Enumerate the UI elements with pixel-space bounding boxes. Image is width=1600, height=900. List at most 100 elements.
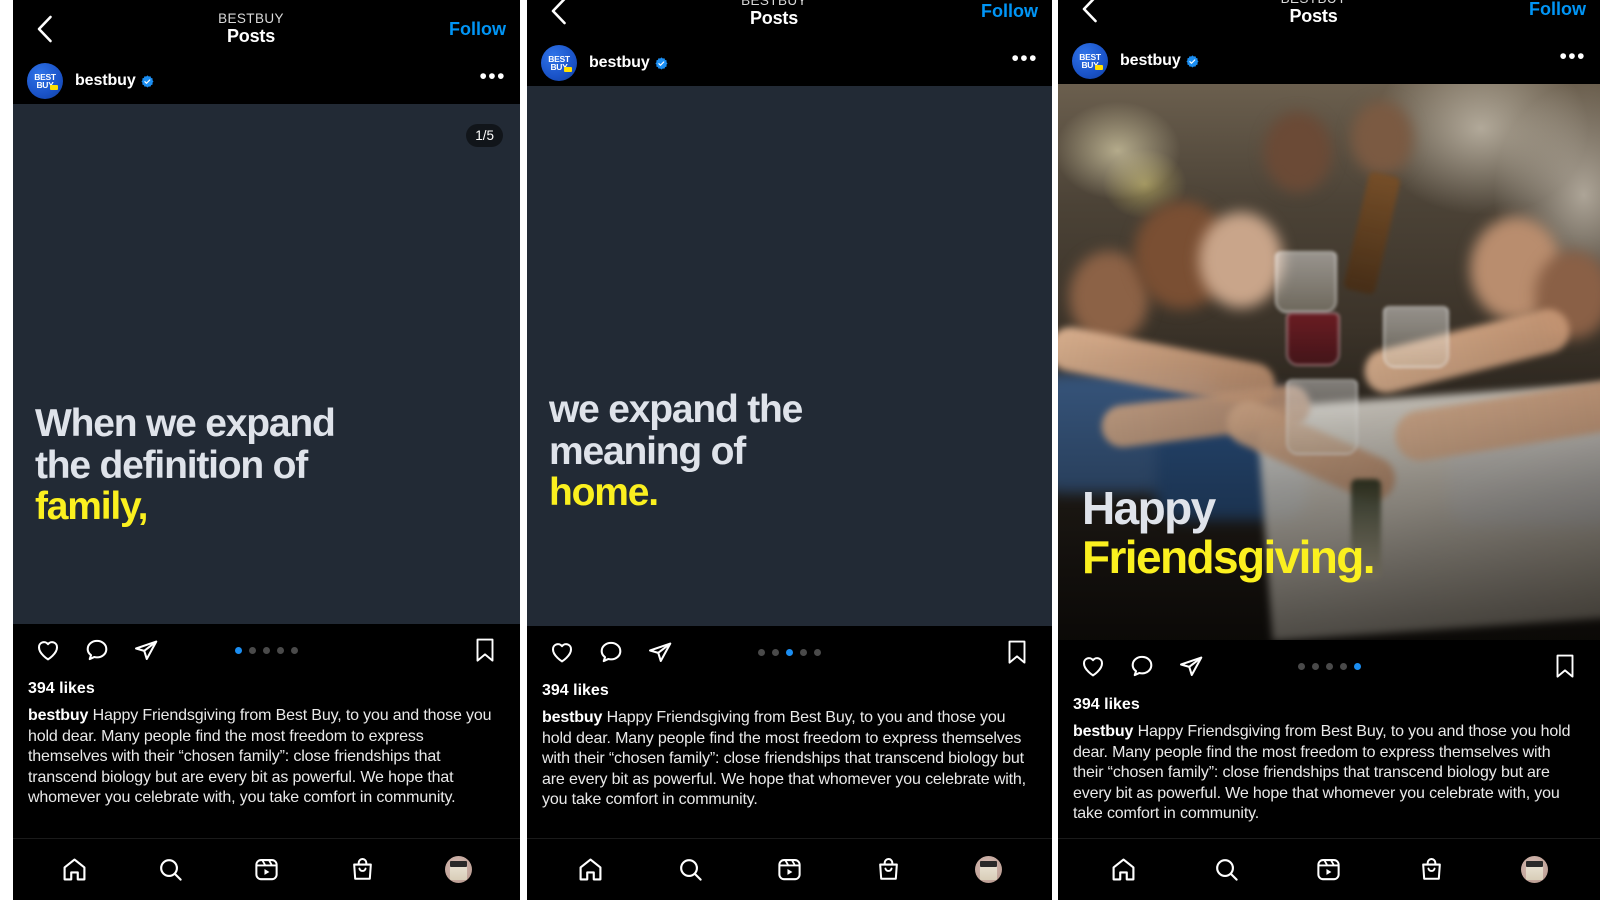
page-title: BESTBUY Posts	[1106, 0, 1521, 26]
profile-avatar-image	[444, 856, 472, 883]
follow-button[interactable]: Follow	[441, 19, 506, 40]
phone-panel-2: BESTBUY Posts Follow BEST BUY bestbuy ••…	[527, 0, 1052, 900]
search-icon[interactable]	[1205, 849, 1247, 891]
slide-text: we expand the meaning of home.	[527, 389, 1052, 514]
carousel-media-slide[interactable]: we expand the meaning of home.	[527, 86, 1052, 626]
like-icon[interactable]	[1073, 646, 1113, 686]
page-kicker: BESTBUY	[218, 11, 284, 27]
slide-line-1: we expand the	[549, 387, 803, 431]
screenshot-stage: BESTBUY Posts Follow BEST BUY bestbuy ••…	[0, 0, 1600, 900]
post-username[interactable]: bestbuy	[589, 54, 650, 72]
bottom-navigation-bar	[1058, 838, 1600, 900]
page-title-text: Posts	[749, 7, 799, 28]
page-dot-1[interactable]	[758, 648, 765, 656]
profile-avatar-image	[974, 856, 1002, 883]
page-title: BESTBUY Posts	[575, 0, 973, 28]
comment-icon[interactable]	[77, 630, 117, 670]
post-header: BEST BUY bestbuy •••	[13, 58, 520, 104]
post-more-options-icon[interactable]: •••	[1011, 48, 1038, 71]
caption-author[interactable]: bestbuy	[1073, 723, 1133, 740]
carousel-counter-badge: 1/5	[466, 124, 503, 147]
bookmark-icon[interactable]	[997, 632, 1037, 672]
caption-author[interactable]: bestbuy	[542, 709, 602, 726]
post-username[interactable]: bestbuy	[75, 72, 136, 90]
caption-body: Happy Friendsgiving from Best Buy, to yo…	[1073, 723, 1571, 822]
page-dot-2[interactable]	[772, 648, 779, 656]
caption-author[interactable]: bestbuy	[28, 707, 88, 724]
back-icon[interactable]	[541, 0, 575, 28]
post-caption: bestbuy Happy Friendsgiving from Best Bu…	[1058, 714, 1600, 835]
page-dot-5[interactable]	[291, 646, 298, 654]
like-icon[interactable]	[28, 630, 68, 670]
like-icon[interactable]	[542, 632, 582, 672]
home-icon[interactable]	[1102, 849, 1144, 891]
page-dot-2[interactable]	[249, 646, 256, 654]
reels-icon[interactable]	[1308, 849, 1350, 891]
bestbuy-tag-icon	[564, 67, 572, 72]
page-title-text: Posts	[1289, 5, 1338, 26]
search-icon[interactable]	[669, 849, 711, 891]
reels-icon[interactable]	[768, 849, 810, 891]
follow-button[interactable]: Follow	[973, 1, 1038, 22]
page-dot-3[interactable]	[786, 648, 793, 656]
share-icon[interactable]	[1171, 646, 1211, 686]
back-icon[interactable]	[1072, 0, 1106, 26]
caption-body: Happy Friendsgiving from Best Buy, to yo…	[542, 709, 1026, 808]
page-dot-4[interactable]	[1339, 662, 1347, 670]
carousel-media-slide[interactable]: 1/5 When we expand the definition of fam…	[13, 104, 520, 624]
comment-icon[interactable]	[591, 632, 631, 672]
profile-avatar[interactable]	[967, 849, 1009, 891]
shop-icon[interactable]	[341, 849, 383, 891]
likes-count[interactable]: 394 likes	[527, 678, 1052, 700]
profile-avatar[interactable]	[437, 849, 479, 891]
page-dot-5[interactable]	[1353, 662, 1361, 670]
share-icon[interactable]	[640, 632, 680, 672]
shop-icon[interactable]	[868, 849, 910, 891]
verified-badge-icon	[141, 74, 154, 88]
page-dot-4[interactable]	[800, 648, 807, 656]
comment-icon[interactable]	[1122, 646, 1162, 686]
page-dot-1[interactable]	[235, 646, 242, 654]
caption-body: Happy Friendsgiving from Best Buy, to yo…	[28, 707, 492, 806]
bestbuy-tag-icon	[50, 85, 58, 90]
post-more-options-icon[interactable]: •••	[479, 66, 506, 89]
carousel-media-photo[interactable]: Happy Friendsgiving.	[1058, 84, 1600, 640]
post-header: BEST BUY bestbuy •••	[527, 40, 1052, 86]
page-dot-2[interactable]	[1311, 662, 1319, 670]
shop-icon[interactable]	[1411, 849, 1453, 891]
profile-avatar[interactable]	[1514, 849, 1556, 891]
slide-line-3: family,	[35, 485, 148, 529]
likes-count[interactable]: 394 likes	[1058, 692, 1600, 714]
bestbuy-avatar[interactable]: BEST BUY	[541, 45, 577, 81]
page-dot-3[interactable]	[263, 646, 270, 654]
phone-panel-3: BESTBUY Posts Follow BEST BUY bestbuy ••…	[1058, 0, 1600, 900]
slide-text: Happy Friendsgiving.	[1058, 483, 1600, 583]
home-icon[interactable]	[570, 849, 612, 891]
post-caption: bestbuy Happy Friendsgiving from Best Bu…	[13, 698, 520, 819]
share-icon[interactable]	[126, 630, 166, 670]
bestbuy-avatar[interactable]: BEST BUY	[1072, 43, 1108, 79]
reels-icon[interactable]	[245, 849, 287, 891]
follow-button[interactable]: Follow	[1521, 0, 1586, 20]
bookmark-icon[interactable]	[1545, 646, 1585, 686]
post-username[interactable]: bestbuy	[1120, 52, 1181, 70]
post-more-options-icon[interactable]: •••	[1559, 46, 1586, 69]
slide-line-1: When we expand	[35, 401, 336, 445]
slide-line-2: Friendsgiving.	[1082, 530, 1376, 583]
back-icon[interactable]	[27, 12, 61, 46]
post-header: BEST BUY bestbuy •••	[1058, 38, 1600, 84]
search-icon[interactable]	[150, 849, 192, 891]
top-navigation-bar: BESTBUY Posts Follow	[13, 0, 520, 58]
bookmark-icon[interactable]	[465, 630, 505, 670]
likes-count[interactable]: 394 likes	[13, 676, 520, 698]
bestbuy-avatar[interactable]: BEST BUY	[27, 63, 63, 99]
verified-badge-icon	[655, 56, 668, 70]
page-dot-5[interactable]	[814, 648, 821, 656]
home-icon[interactable]	[54, 849, 96, 891]
page-dot-3[interactable]	[1325, 662, 1333, 670]
page-dot-1[interactable]	[1297, 662, 1305, 670]
page-title-text: Posts	[226, 25, 276, 46]
post-caption: bestbuy Happy Friendsgiving from Best Bu…	[527, 700, 1052, 821]
page-dot-4[interactable]	[277, 646, 284, 654]
post-action-bar	[13, 624, 520, 676]
